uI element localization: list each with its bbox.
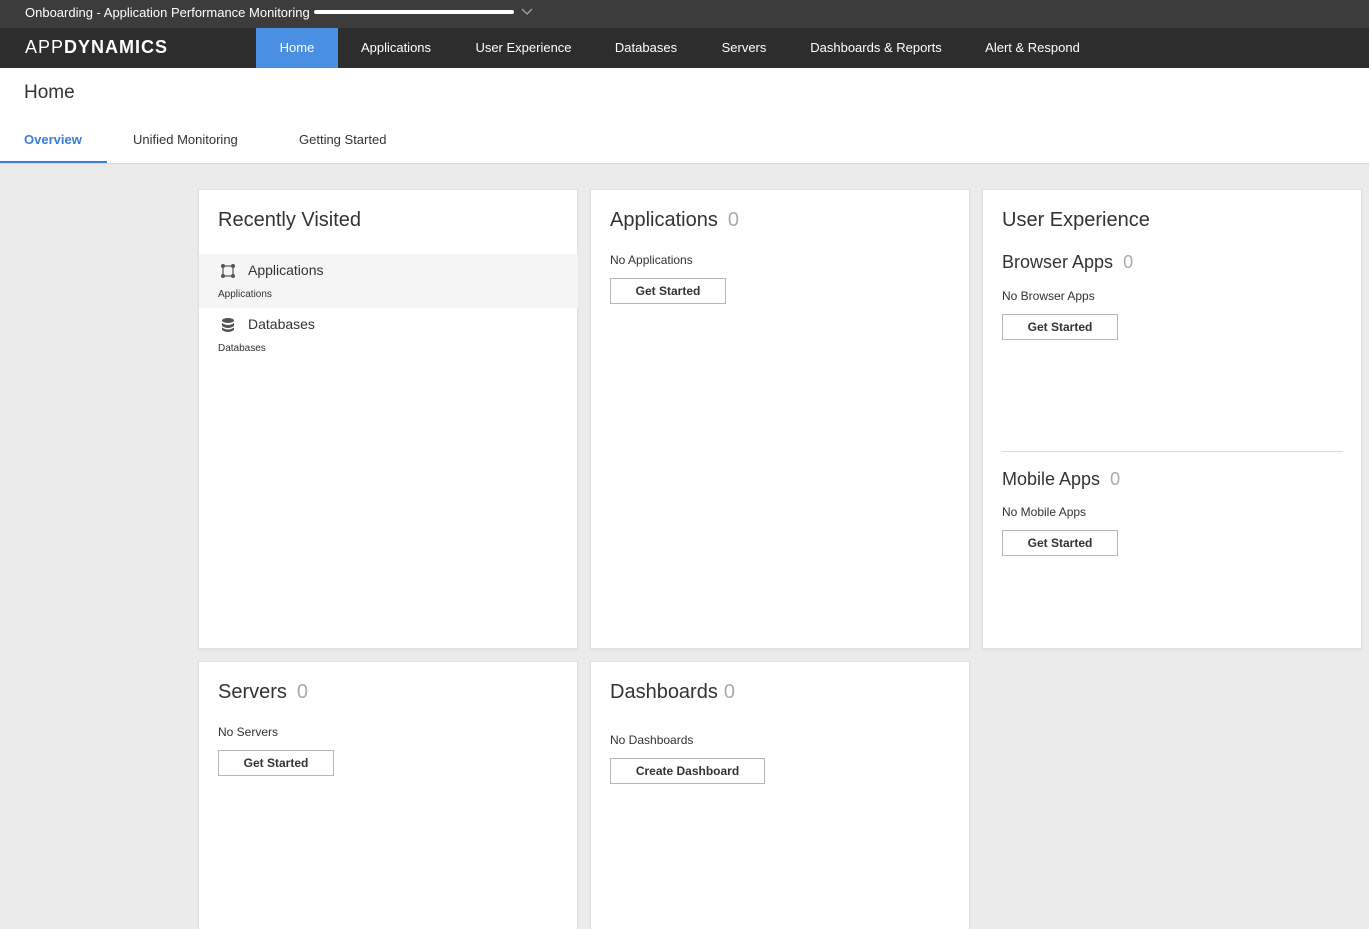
page-title: Home [24,82,75,103]
database-icon [222,318,234,332]
nav-home[interactable]: Home [256,28,338,68]
create-dashboard-button[interactable]: Create Dashboard [610,758,765,784]
mobile-apps-title-text: Mobile Apps [1002,469,1101,489]
section-divider [1002,451,1343,452]
recent-item-sublabel: Applications [218,289,272,300]
dashboards-count: 0 [723,681,735,703]
appdynamics-logo[interactable]: APPDYNAMICS [25,37,168,58]
browser-apps-title: Browser Apps 0 [1002,252,1133,273]
no-servers-text: No Servers [218,725,279,739]
applications-title: Applications 0 [610,209,739,232]
nav-user-experience[interactable]: User Experience [454,28,593,68]
nav-dashboards-reports[interactable]: Dashboards & Reports [789,28,963,68]
mobile-apps-count: 0 [1110,469,1121,489]
active-tab-indicator [0,161,107,163]
logo-text-dynamics: DYNAMICS [64,37,169,57]
recent-item-label: Databases [248,316,315,332]
no-mobile-apps-text: No Mobile Apps [1002,505,1087,519]
user-experience-card: User Experience Browser Apps 0 No Browser… [982,189,1362,649]
servers-get-started-button[interactable]: Get Started [218,750,334,776]
recent-item-label: Applications [248,262,324,278]
nav-applications[interactable]: Applications [338,28,454,68]
servers-title-text: Servers [218,681,287,703]
onboarding-title: Onboarding - Application Performance Mon… [25,5,310,20]
dashboards-card: Dashboards 0 No Dashboards Create Dashboa… [590,661,970,929]
application-flow-icon [221,264,235,278]
recent-item-applications[interactable]: Applications Applications [199,254,578,308]
recent-item-sublabel: Databases [218,343,266,354]
nav-servers[interactable]: Servers [699,28,789,68]
tab-overview[interactable]: Overview [24,132,82,147]
applications-card: Applications 0 No Applications Get Starte… [590,189,970,649]
no-applications-text: No Applications [610,253,693,267]
applications-get-started-button[interactable]: Get Started [610,278,726,304]
no-dashboards-text: No Dashboards [610,733,694,747]
servers-card: Servers 0 No Servers Get Started [198,661,578,929]
tab-getting-started[interactable]: Getting Started [299,132,386,147]
applications-title-text: Applications [610,209,718,231]
onboarding-progress-bar [314,10,514,14]
user-experience-title: User Experience [1002,209,1150,231]
browser-apps-count: 0 [1123,252,1134,272]
dashboards-title: Dashboards 0 [610,681,735,704]
browser-apps-get-started-button[interactable]: Get Started [1002,314,1118,340]
logo-text-app: APP [25,37,65,57]
main-nav: APPDYNAMICS Home Applications User Exper… [0,28,1369,68]
mobile-apps-title: Mobile Apps 0 [1002,469,1120,490]
dashboards-title-text: Dashboards [610,681,718,703]
servers-title: Servers 0 [218,681,308,704]
page-header: Home Overview Unified Monitoring Getting… [0,68,1369,164]
nav-alert-respond[interactable]: Alert & Respond [963,28,1102,68]
chevron-down-icon[interactable] [520,5,534,19]
recently-visited-card: Recently Visited Applications Applicatio… [198,189,578,649]
nav-databases[interactable]: Databases [593,28,699,68]
browser-apps-title-text: Browser Apps [1002,252,1114,272]
mobile-apps-get-started-button[interactable]: Get Started [1002,530,1118,556]
servers-count: 0 [296,681,309,703]
no-browser-apps-text: No Browser Apps [1002,289,1095,303]
recently-visited-title: Recently Visited [218,209,362,231]
recent-item-databases[interactable]: Databases Databases [199,308,578,362]
applications-count: 0 [727,209,739,231]
tab-unified-monitoring[interactable]: Unified Monitoring [133,132,238,147]
onboarding-bar: Onboarding - Application Performance Mon… [0,0,1369,28]
